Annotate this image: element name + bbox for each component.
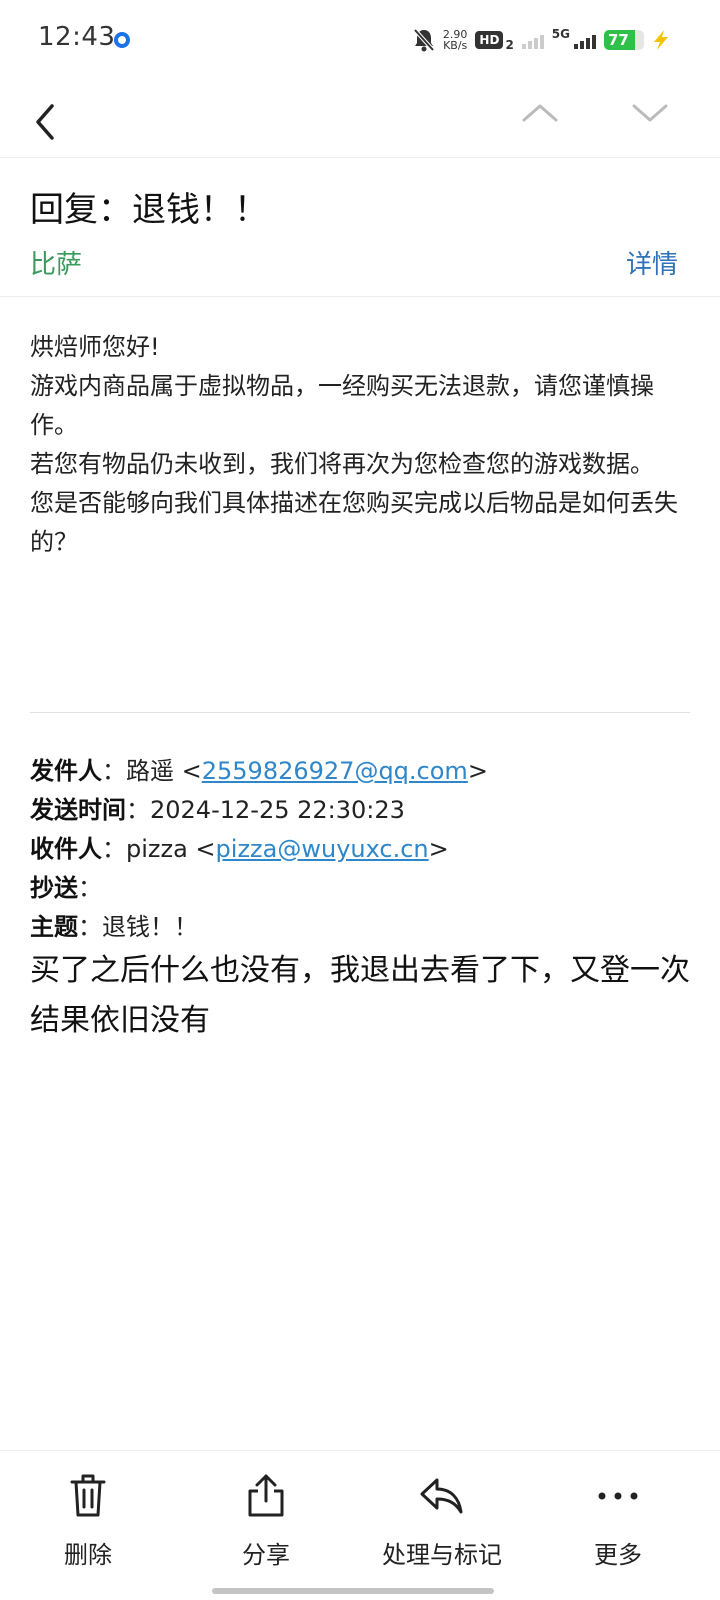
reply-icon (420, 1478, 463, 1514)
delete-button[interactable]: 删除 (8, 1471, 168, 1570)
chevron-up-icon (522, 104, 558, 122)
trash-icon (70, 1474, 106, 1517)
divider (0, 296, 720, 297)
charging-bolt-icon (654, 30, 668, 50)
body-paragraph: 烘焙师您好! (30, 333, 160, 361)
email-subject: 回复：退钱！！ (30, 190, 268, 230)
chevron-down-icon (632, 104, 668, 122)
net-speed: 2.90 KB/s (442, 28, 468, 52)
top-nav (0, 80, 720, 158)
signal-2-icon (574, 31, 596, 49)
status-bar: 12:43 2.90 KB/s HD 2 5G 77 (0, 0, 720, 80)
quote-divider (30, 712, 690, 713)
more-dots-icon (598, 1492, 638, 1500)
back-button[interactable] (28, 92, 68, 142)
quoted-time-row: 发送时间：2024-12-25 22:30:23 (30, 796, 405, 824)
bell-muted-icon (413, 28, 435, 52)
handle-mark-button[interactable]: 处理与标记 (362, 1471, 522, 1570)
home-indicator[interactable] (212, 1588, 494, 1594)
network-type: 5G (551, 27, 570, 41)
details-link[interactable]: 详情 (626, 244, 678, 281)
more-label: 更多 (594, 1541, 642, 1569)
sender-name[interactable]: 比萨 (30, 244, 82, 281)
quoted-to-row: 收件人：pizza <pizza@wuyuxc.cn> (30, 835, 449, 863)
body-paragraph: 游戏内商品属于虚拟物品，一经购买无法退款，请您谨慎操作。 (30, 372, 654, 439)
from-email-link[interactable]: 2559826927@qq.com (202, 757, 468, 785)
signal-1-icon (521, 31, 544, 49)
quoted-from-row: 发件人：路遥 <2559826927@qq.com> (30, 757, 488, 785)
body-paragraph: 您是否能够向我们具体描述在您购买完成以后物品是如何丢失的？ (30, 489, 678, 556)
next-email-button[interactable] (630, 94, 670, 138)
chevron-left-icon (36, 104, 54, 140)
quoted-subject-row: 主题：退钱！！ (30, 913, 198, 941)
hd-sub: 2 (505, 38, 514, 52)
location-indicator-icon (114, 32, 130, 48)
quoted-cc-row: 抄送： (30, 874, 102, 902)
battery-icon: 77 (604, 30, 644, 50)
to-email-link[interactable]: pizza@wuyuxc.cn (216, 835, 429, 863)
bottom-toolbar: 删除 分享 处理与标记 更多 (0, 1450, 720, 1600)
delete-label: 删除 (64, 1541, 112, 1569)
status-time: 12:43 (38, 22, 116, 52)
hd-badge: HD (475, 31, 504, 49)
share-button[interactable]: 分享 (186, 1471, 346, 1570)
quoted-message: 买了之后什么也没有，我退出去看了下，又登一次结果依旧没有 (30, 953, 690, 1038)
body-paragraph: 若您有物品仍未收到，我们将再次为您检查您的游戏数据。 (30, 450, 654, 478)
share-label: 分享 (242, 1541, 290, 1569)
quoted-header: 发件人：路遥 <2559826927@qq.com> 发送时间：2024-12-… (30, 752, 690, 947)
more-button[interactable]: 更多 (538, 1471, 698, 1570)
email-body: 烘焙师您好! 游戏内商品属于虚拟物品，一经购买无法退款，请您谨慎操作。 若您有物… (30, 328, 690, 562)
share-icon (248, 1474, 284, 1517)
battery-level: 77 (608, 31, 629, 49)
status-icons: 2.90 KB/s HD 2 5G 77 (413, 24, 670, 56)
handle-mark-label: 处理与标记 (382, 1541, 502, 1569)
previous-email-button[interactable] (520, 94, 560, 138)
